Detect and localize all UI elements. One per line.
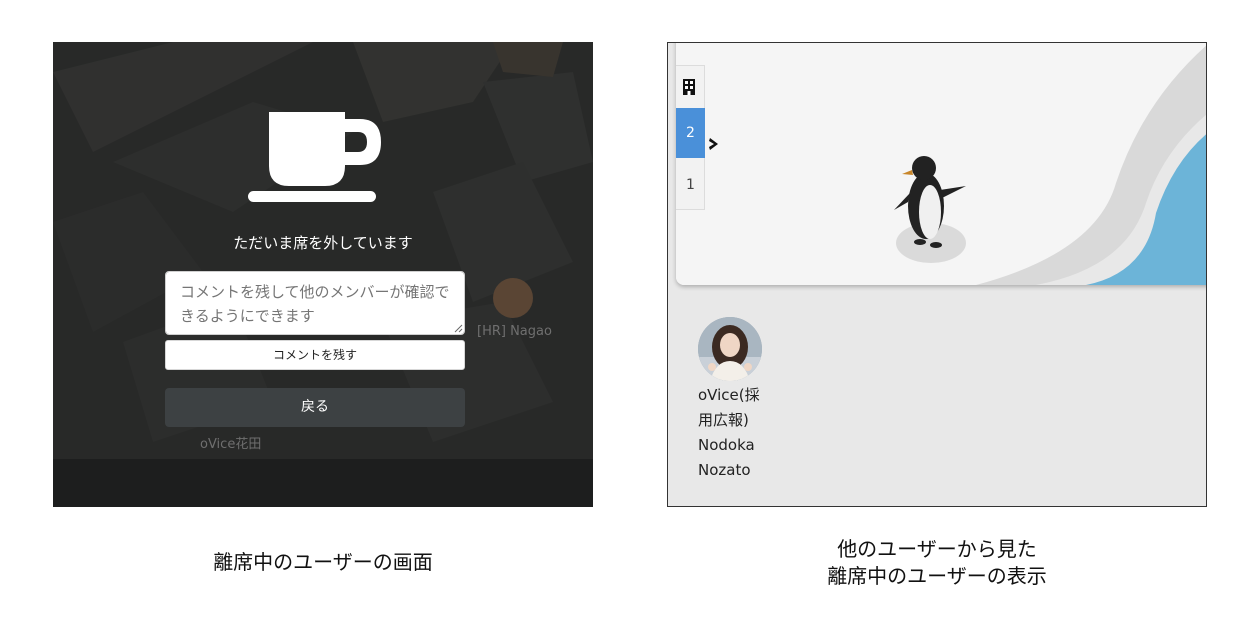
coffee-cup-icon xyxy=(248,112,381,202)
resize-grip-icon[interactable] xyxy=(454,324,463,333)
background-user-name: [HR] Nagao xyxy=(477,324,552,339)
away-screen: [HR] Nagao oVice花田 ただいま席を外しています コメントを残す … xyxy=(53,42,593,507)
left-caption: 離席中のユーザーの画面 xyxy=(213,550,433,574)
right-caption: 他のユーザーから見た 離席中のユーザーの表示 xyxy=(827,537,1047,588)
user-avatar[interactable] xyxy=(698,317,762,381)
back-button[interactable]: 戻る xyxy=(165,388,465,427)
floor-tab-1[interactable]: 1 xyxy=(676,160,705,210)
background-user-name: oVice花田 xyxy=(200,437,262,452)
floor-selector: 2 1 xyxy=(676,65,705,210)
bottom-toolbar xyxy=(53,459,593,507)
floor-map-card: 2 1 xyxy=(676,43,1206,285)
away-message: ただいま席を外しています xyxy=(233,234,413,252)
user-name: oVice(採 用広報) Nodoka Nozato xyxy=(698,386,760,479)
comment-input[interactable] xyxy=(165,271,465,335)
leave-comment-button[interactable]: コメントを残す xyxy=(165,340,465,370)
comparison-figure: [HR] Nagao oVice花田 ただいま席を外しています コメントを残す … xyxy=(0,0,1260,633)
other-user-view: 2 1 oVice(採 用広報) Nodoka Nozato xyxy=(667,42,1207,507)
floor-tab-2[interactable]: 2 xyxy=(676,108,705,158)
penguin-avatar-icon xyxy=(894,156,966,248)
chevron-right-icon xyxy=(709,138,718,150)
building-icon xyxy=(683,79,695,95)
background-avatar xyxy=(493,278,533,318)
